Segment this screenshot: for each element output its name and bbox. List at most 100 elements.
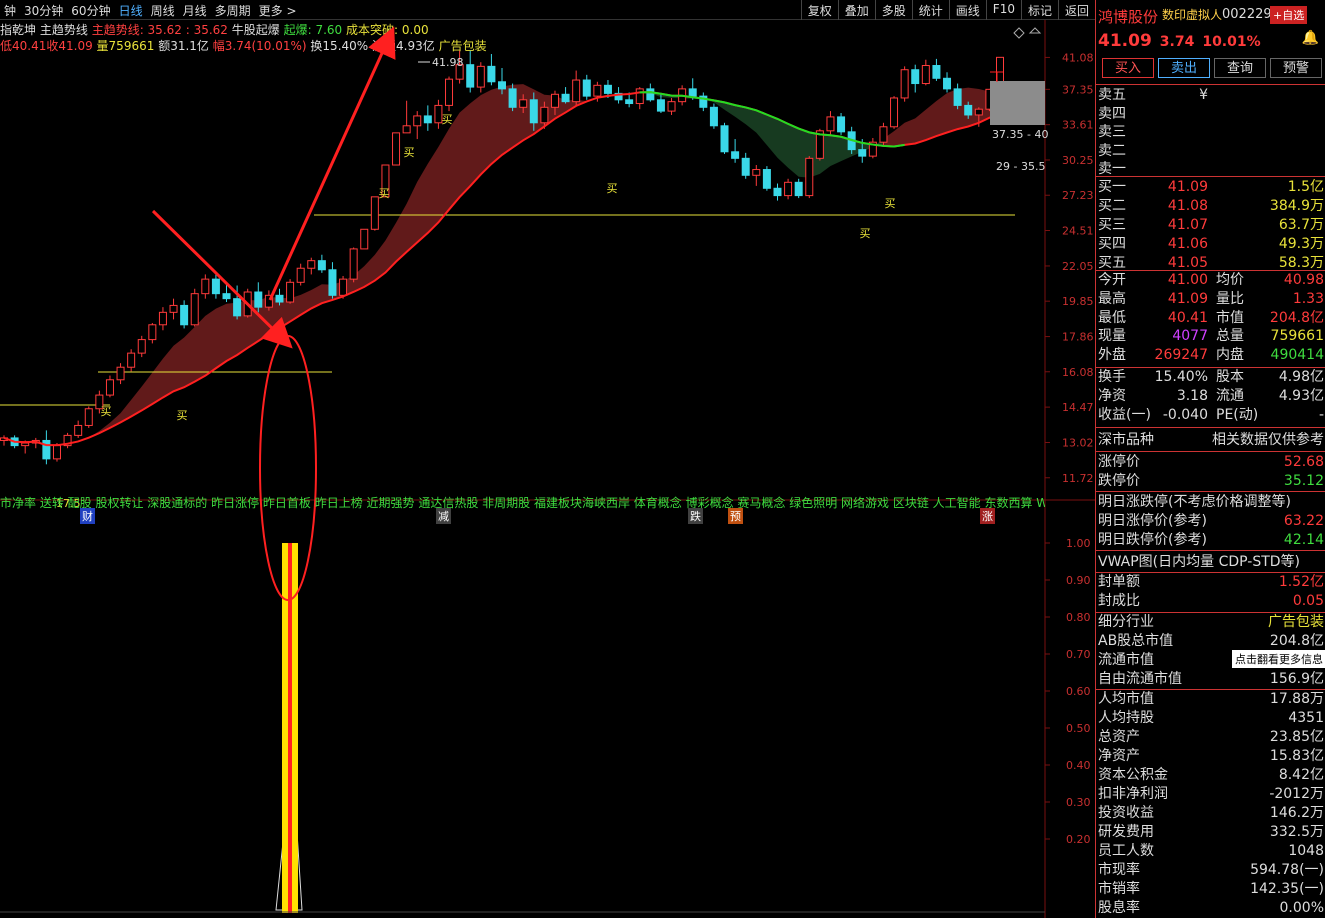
divider bbox=[1096, 84, 1325, 85]
price-axis: 41.08 37.35 33.61 30.25 27.23 24.51 22.05 19.85… bbox=[1045, 51, 1094, 485]
candle-body bbox=[286, 281, 295, 303]
stat-value: 40.41 bbox=[1167, 309, 1208, 326]
buy-button[interactable]: 买入 bbox=[1102, 58, 1155, 78]
candle-body bbox=[127, 352, 136, 368]
candle-body bbox=[211, 278, 220, 295]
stat-value: 15.40% bbox=[1154, 369, 1208, 385]
query-button[interactable]: 查询 bbox=[1214, 58, 1267, 78]
quote-row: 卖四 bbox=[1098, 105, 1324, 124]
bell-icon[interactable]: 🔔 bbox=[1302, 30, 1319, 46]
stat-value: 490414 bbox=[1270, 347, 1324, 364]
candle-body bbox=[911, 69, 920, 85]
candle-body bbox=[339, 278, 348, 296]
candle-body bbox=[42, 439, 51, 460]
event-marker[interactable]: 跌 bbox=[688, 508, 703, 524]
fund-label: 股息率 bbox=[1098, 900, 1140, 916]
price-tick-label: 33.61 bbox=[1062, 119, 1094, 132]
period-tab[interactable]: 30分钟 bbox=[20, 2, 67, 19]
candle-body bbox=[201, 278, 210, 295]
candle-body bbox=[837, 116, 846, 133]
candle-body bbox=[784, 181, 793, 197]
candle-body bbox=[656, 99, 665, 112]
sell-button[interactable]: 卖出 bbox=[1158, 58, 1211, 78]
period-tab[interactable]: 月线 bbox=[179, 2, 211, 19]
candle-body bbox=[858, 149, 867, 157]
quote-row: 买四 41.06 49.3万 bbox=[1098, 235, 1324, 254]
quote-row: 今开 41.00 均价 40.98 bbox=[1098, 271, 1324, 290]
add-watchlist-button[interactable]: +自选 bbox=[1270, 6, 1308, 24]
quote-row: 外盘 269247 内盘 490414 bbox=[1098, 346, 1324, 365]
quote-row: 细分行业 广告包装 bbox=[1098, 613, 1324, 632]
candle-body bbox=[720, 125, 729, 153]
quote-row: 净资 3.18 流通 4.93亿 bbox=[1098, 387, 1324, 406]
price-tick-label: 13.02 bbox=[1062, 437, 1094, 450]
price-tick-label: 17.86 bbox=[1062, 331, 1094, 344]
stat-value: 4.98亿 bbox=[1278, 369, 1324, 385]
period-tab[interactable]: 日线 bbox=[115, 2, 147, 19]
price-line: 41.09 3.74 10.01% bbox=[1098, 31, 1269, 51]
candle-body bbox=[402, 125, 411, 134]
period-tab[interactable]: 60分钟 bbox=[67, 2, 114, 19]
event-marker[interactable]: 涨 bbox=[980, 508, 995, 524]
stat-label: 流通 bbox=[1216, 387, 1244, 404]
bid-volume: 384.9万 bbox=[1269, 198, 1324, 214]
period-tab[interactable]: 钟 bbox=[0, 2, 20, 19]
stat-value: 269247 bbox=[1154, 347, 1208, 364]
quote-row: 总资产 23.85亿 bbox=[1098, 728, 1324, 747]
tool-button[interactable]: 返回 bbox=[1057, 0, 1095, 20]
tool-button[interactable]: 统计 bbox=[911, 0, 949, 20]
candle-body bbox=[116, 366, 125, 381]
fund-label: 市销率 bbox=[1098, 881, 1140, 897]
candle-body bbox=[529, 99, 538, 124]
fund-label: 资本公积金 bbox=[1098, 767, 1168, 783]
fund-value: 15.83亿 bbox=[1269, 748, 1324, 764]
candle-body bbox=[190, 293, 199, 326]
fund-label: 扣非净利润 bbox=[1098, 786, 1168, 802]
kline-chart[interactable]: 买买买买买买买买41.9837.35 - 4029 - 35.517.5 41.… bbox=[0, 20, 1095, 918]
chart-tools: 复权 叠加 多股 统计 画线 F10 标记 返回 bbox=[800, 0, 1095, 20]
fund-label: 投资收益 bbox=[1098, 805, 1154, 821]
period-toolbar: 钟 30分钟 60分钟 日线 周线 月线 多周期 更多 > 复权 叠加 多股 统计 画线 F10 标记 返回 bbox=[0, 0, 1095, 20]
bid-label: 买四 bbox=[1098, 236, 1126, 252]
event-marker[interactable]: 减 bbox=[436, 508, 451, 524]
tool-button[interactable]: F10 bbox=[985, 0, 1021, 20]
quote-row: 最低 40.41 市值 204.8亿 bbox=[1098, 309, 1324, 328]
candle-body bbox=[84, 408, 93, 426]
candle-body bbox=[900, 69, 909, 99]
tool-button[interactable]: 画线 bbox=[948, 0, 986, 20]
candle-body bbox=[540, 106, 549, 124]
stat-value: 1.33 bbox=[1292, 290, 1324, 307]
quote-row: 净资产 15.83亿 bbox=[1098, 747, 1324, 766]
period-tab[interactable]: 更多 > bbox=[255, 2, 301, 19]
candle-body bbox=[508, 88, 517, 108]
sub-tick-label: 0.50 bbox=[1066, 722, 1091, 735]
period-tab[interactable]: 多周期 bbox=[211, 2, 255, 19]
quote-row: 换手 15.40% 股本 4.98亿 bbox=[1098, 368, 1324, 387]
quote-row: 最高 41.09 量比 1.33 bbox=[1098, 290, 1324, 309]
event-marker[interactable]: 财 bbox=[80, 508, 95, 524]
box-label: 37.35 - 40 bbox=[992, 128, 1048, 141]
quote-row: 研发费用 332.5万 bbox=[1098, 823, 1324, 842]
candle-body bbox=[317, 260, 326, 271]
tool-button[interactable]: 叠加 bbox=[837, 0, 875, 20]
sub-tick-label: 0.60 bbox=[1066, 685, 1091, 698]
stat-label: 今开 bbox=[1098, 272, 1126, 288]
tool-button[interactable]: 复权 bbox=[800, 0, 838, 20]
event-marker[interactable]: 预 bbox=[728, 508, 743, 524]
divider bbox=[1096, 176, 1325, 177]
candle-body bbox=[466, 64, 475, 88]
tomorrow-label: 明日跌停价(参考) bbox=[1098, 532, 1207, 548]
stock-code: 002229 bbox=[1222, 7, 1272, 22]
tool-button[interactable]: 多股 bbox=[874, 0, 912, 20]
period-tab[interactable]: 周线 bbox=[147, 2, 179, 19]
quote-row: VWAP图(日内均量 CDP-STD等) bbox=[1098, 553, 1324, 572]
fund-value: 332.5万 bbox=[1269, 824, 1324, 840]
candle-body bbox=[752, 169, 761, 176]
quote-row: 买二 41.08 384.9万 bbox=[1098, 197, 1324, 216]
candle-body bbox=[635, 88, 644, 105]
candle-body bbox=[964, 104, 973, 116]
sub-tick-label: 0.30 bbox=[1066, 796, 1091, 809]
tool-button[interactable]: 标记 bbox=[1020, 0, 1058, 20]
candle-body bbox=[625, 99, 634, 105]
alert-button[interactable]: 预警 bbox=[1270, 58, 1323, 78]
